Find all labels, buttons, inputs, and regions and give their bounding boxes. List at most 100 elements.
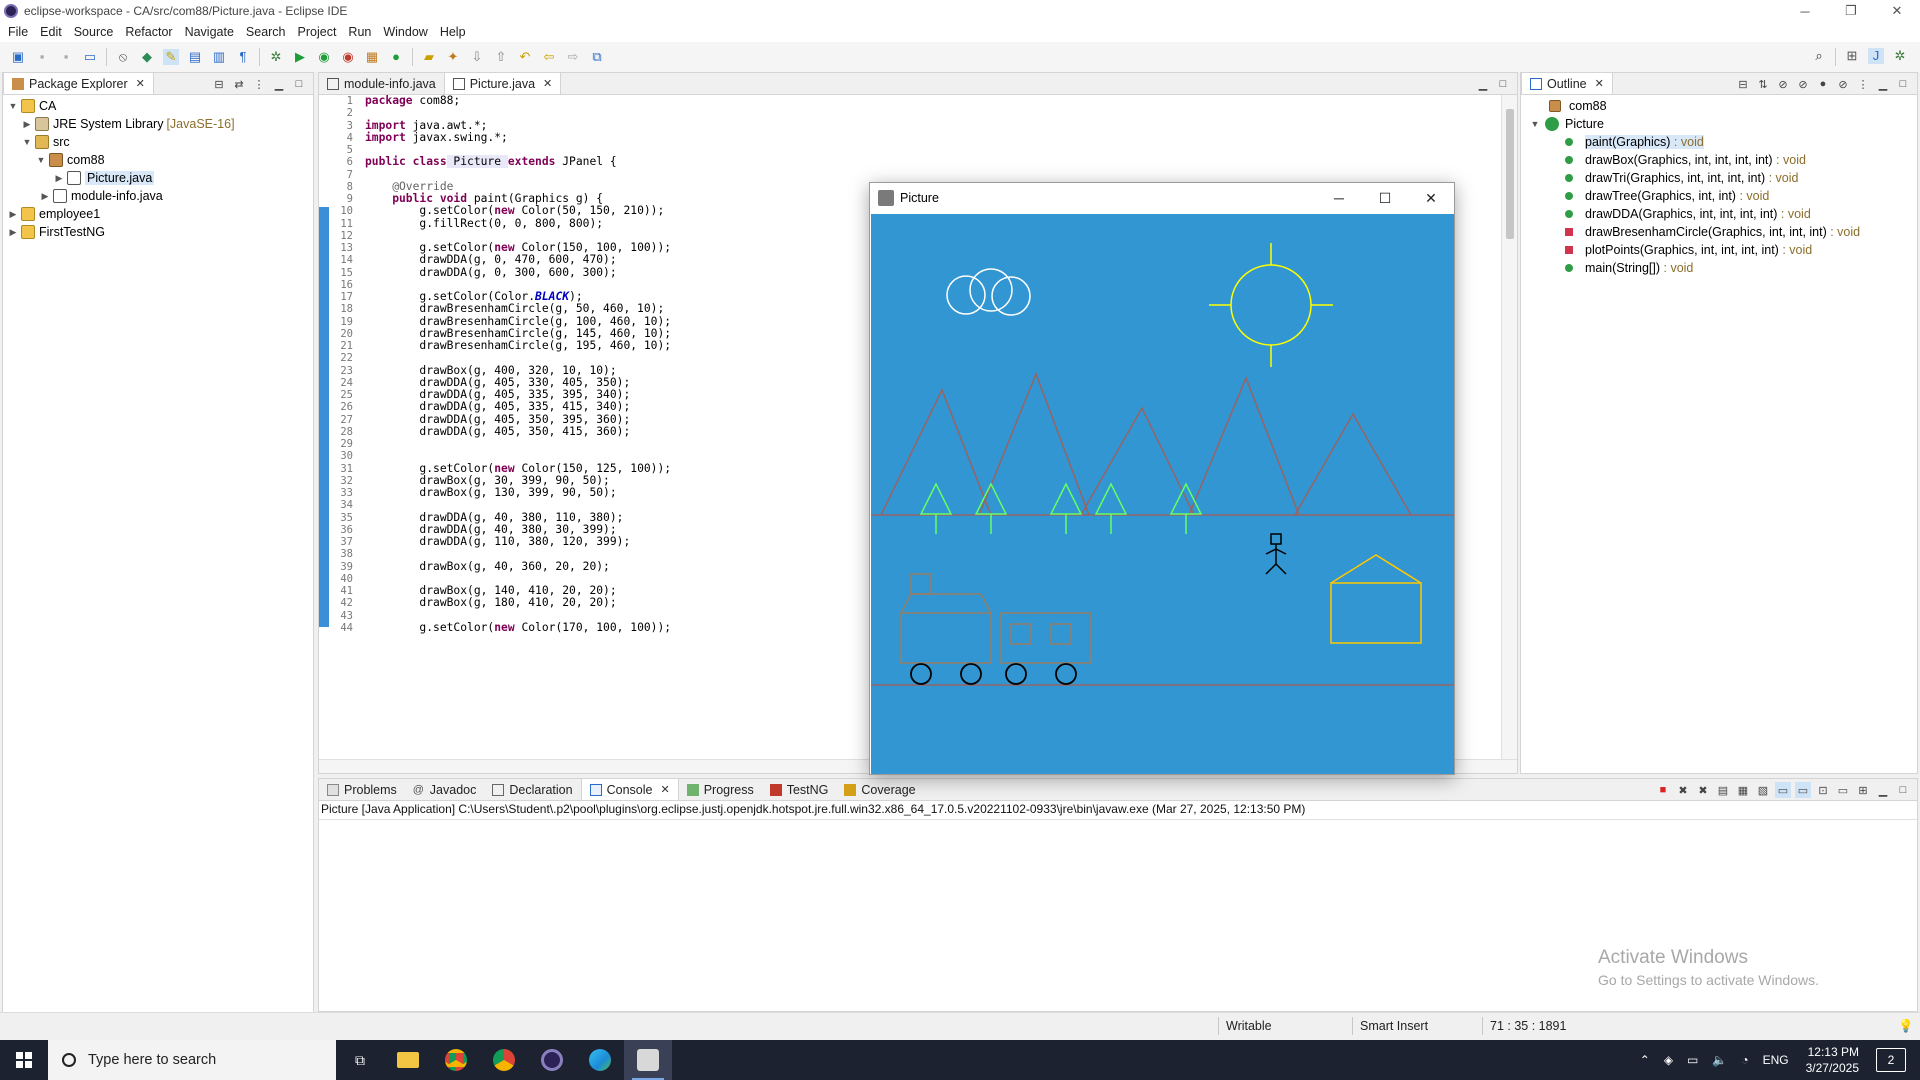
close-button[interactable]: ✕ [1408,183,1454,213]
file-explorer-button[interactable] [384,1040,432,1080]
tree-item-firsttestng[interactable]: ▶ FirstTestNG [3,223,313,241]
start-button[interactable] [0,1040,48,1080]
tab-javadoc[interactable]: @ Javadoc [405,779,485,800]
chevron-up-icon[interactable]: ⌃ [1640,1053,1650,1067]
save-icon[interactable]: ▪ [34,49,50,65]
taskbar-search[interactable]: Type here to search [48,1040,336,1080]
tab-module-info[interactable]: module-info.java [319,73,444,94]
collapsed-icon[interactable]: ▶ [21,119,33,130]
tree-item-module-info[interactable]: ▶ module-info.java [3,187,313,205]
collapsed-icon[interactable]: ▶ [53,173,65,184]
language-indicator[interactable]: ENG [1763,1053,1789,1067]
collapsed-icon[interactable]: ▶ [7,209,19,220]
picture-window-titlebar[interactable]: Picture ─ ☐ ✕ [870,183,1454,213]
restore-button[interactable]: ❐ [1828,0,1874,22]
close-icon[interactable]: ✕ [136,77,145,90]
tree-item-picture-java[interactable]: ▶ Picture.java [3,169,313,187]
maximize-button[interactable]: ☐ [1362,183,1408,213]
tab-testng[interactable]: TestNG [762,779,837,800]
chrome-profile-button[interactable] [480,1040,528,1080]
chrome-button[interactable] [432,1040,480,1080]
save-all-icon[interactable]: ▪ [58,49,74,65]
outline-item-method[interactable]: plotPoints(Graphics, int, int, int, int)… [1521,241,1917,259]
outline-item-class[interactable]: ▼ Picture [1521,115,1917,133]
menu-refactor[interactable]: Refactor [125,25,172,39]
collapse-all-icon[interactable]: ⊟ [211,76,227,92]
menu-file[interactable]: File [8,25,28,39]
hide-fields-icon[interactable]: ⊘ [1775,76,1791,92]
scrollbar-thumb[interactable] [1506,109,1514,239]
tab-problems[interactable]: Problems [319,779,405,800]
outline-item-method[interactable]: paint(Graphics) : void [1521,133,1917,151]
outline-item-method[interactable]: drawBox(Graphics, int, int, int, int) : … [1521,151,1917,169]
coverage-icon[interactable]: ◉ [316,49,332,65]
back-icon[interactable]: ⇦ [541,49,557,65]
tab-progress[interactable]: Progress [679,779,762,800]
eclipse-taskbar-button[interactable] [528,1040,576,1080]
sort-icon[interactable]: ⇅ [1755,76,1771,92]
prev-annotation-icon[interactable]: ⇧ [493,49,509,65]
taskbar-clock[interactable]: 12:13 PM 3/27/2025 [1806,1044,1859,1076]
java-app-taskbar-button[interactable] [624,1040,672,1080]
network-icon[interactable]: ◔ [1741,1053,1748,1067]
pin-editor-icon[interactable]: ⧉ [589,49,605,65]
edge-button[interactable] [576,1040,624,1080]
last-edit-icon[interactable]: ↶ [517,49,533,65]
open-console-icon[interactable]: ⊞ [1855,782,1871,798]
menu-help[interactable]: Help [440,25,466,39]
meet-icon[interactable]: ▭ [1687,1053,1698,1067]
maximize-view-icon[interactable]: □ [1495,76,1511,92]
outline-item-method[interactable]: drawBresenhamCircle(Graphics, int, int, … [1521,223,1917,241]
tree-item-com88[interactable]: ▼ com88 [3,151,313,169]
hide-nonpublic-icon[interactable]: ● [1815,76,1831,92]
close-icon[interactable]: ✕ [1595,77,1604,90]
menu-search[interactable]: Search [246,25,286,39]
menu-navigate[interactable]: Navigate [185,25,234,39]
open-folder-icon[interactable]: ▰ [421,49,437,65]
maximize-view-icon[interactable]: □ [1895,782,1911,798]
show-whitespace-icon[interactable]: ¶ [235,49,251,65]
toggle-word-wrap-icon[interactable]: ▥ [211,49,227,65]
remove-all-icon[interactable]: ✖ [1695,782,1711,798]
outline-item-method[interactable]: drawTree(Graphics, int, int) : void [1521,187,1917,205]
tab-package-explorer[interactable]: Package Explorer ✕ [3,73,154,94]
tree-item-ca[interactable]: ▼ CA [3,97,313,115]
outline-item-method[interactable]: drawTri(Graphics, int, int, int, int) : … [1521,169,1917,187]
remove-launch-icon[interactable]: ✖ [1675,782,1691,798]
tab-picture-java[interactable]: Picture.java ✕ [443,73,562,94]
view-menu-icon[interactable]: ⋮ [251,76,267,92]
debug-icon[interactable]: ✲ [268,49,284,65]
word-wrap-icon[interactable]: ▧ [1755,782,1771,798]
minimize-button[interactable]: ─ [1316,183,1362,213]
outline-item-package[interactable]: com88 [1521,97,1917,115]
notifications-icon[interactable]: 2 [1876,1048,1906,1072]
menu-run[interactable]: Run [348,25,371,39]
menu-project[interactable]: Project [298,25,337,39]
volume-icon[interactable]: 🔈 [1712,1053,1727,1067]
minimize-view-icon[interactable]: ▁ [271,76,287,92]
tab-coverage[interactable]: Coverage [836,779,923,800]
toggle-block-icon[interactable]: ▤ [187,49,203,65]
hide-local-types-icon[interactable]: ⊘ [1835,76,1851,92]
menu-window[interactable]: Window [383,25,427,39]
picture-window[interactable]: Picture ─ ☐ ✕ [869,182,1455,775]
debug-perspective-icon[interactable]: ✲ [1892,48,1908,64]
minimize-view-icon[interactable]: ▁ [1475,76,1491,92]
show-stderr-icon[interactable]: ▭ [1795,782,1811,798]
collapsed-icon[interactable]: ▶ [39,191,51,202]
terminate-icon[interactable]: ■ [1655,782,1671,798]
terminal-icon[interactable]: ▭ [82,49,98,65]
minimize-button[interactable]: ─ [1782,0,1828,22]
outline-item-method[interactable]: drawDDA(Graphics, int, int, int, int) : … [1521,205,1917,223]
collapse-all-icon[interactable]: ⊟ [1735,76,1751,92]
show-stdout-icon[interactable]: ▭ [1775,782,1791,798]
expanded-icon[interactable]: ▼ [21,137,33,147]
teams-icon[interactable]: ◈ [1664,1053,1673,1067]
maximize-view-icon[interactable]: □ [291,76,307,92]
external-tools-icon[interactable]: ◉ [340,49,356,65]
close-icon[interactable]: ✕ [543,77,552,90]
new-java-project-icon[interactable]: ▦ [364,49,380,65]
tree-item-src[interactable]: ▼ src [3,133,313,151]
toggle-mark-occurrences-icon[interactable]: ✎ [163,49,179,65]
open-type-icon[interactable]: ◆ [139,49,155,65]
